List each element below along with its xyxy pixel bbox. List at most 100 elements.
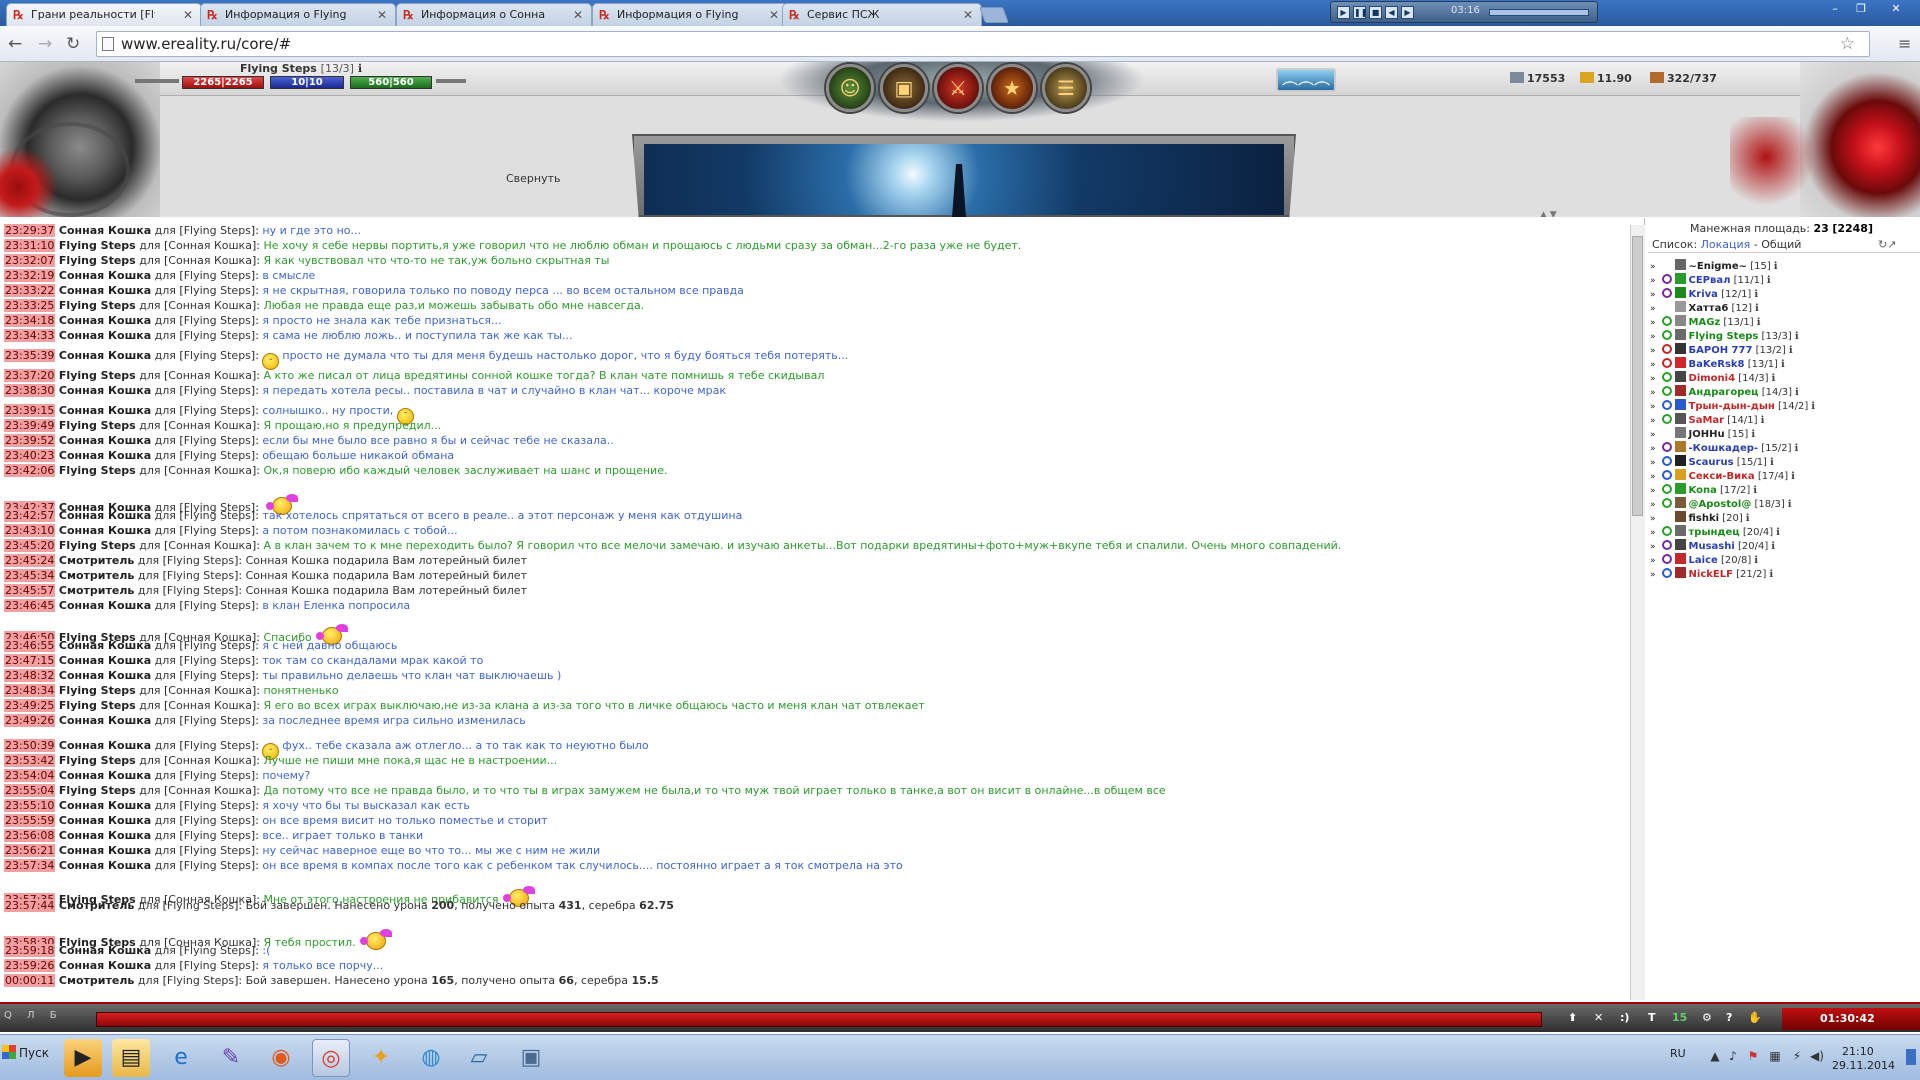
user-row[interactable]: » Kriva [12/1] ℹ xyxy=(1650,287,1758,301)
user-name[interactable]: трындец xyxy=(1689,527,1740,538)
show-desktop-button[interactable] xyxy=(1906,1049,1916,1065)
private-arrow-icon[interactable]: » xyxy=(1650,444,1656,454)
user-info-icon[interactable]: ℹ xyxy=(1753,485,1757,496)
message-sender[interactable]: Смотритель xyxy=(59,899,134,912)
user-name[interactable]: Musashi xyxy=(1689,541,1735,552)
message-time[interactable]: 23:59:18 xyxy=(4,944,56,957)
message-sender[interactable]: Сонная Кошка xyxy=(59,739,151,752)
info-icon[interactable]: ℹ xyxy=(358,62,362,75)
power-icon[interactable]: ⚡ xyxy=(1790,1049,1804,1063)
message-recipient[interactable]: Flying Steps xyxy=(167,569,234,582)
user-info-icon[interactable]: ℹ xyxy=(1754,555,1758,566)
browser-tab[interactable]: ℞ Информация о Сонная К ✕ xyxy=(396,3,592,26)
message-recipient[interactable]: Flying Steps xyxy=(167,974,234,987)
minimize-button[interactable]: – xyxy=(1822,1,1848,18)
user-info-icon[interactable]: ℹ xyxy=(1795,387,1799,398)
message-recipient[interactable]: Flying Steps xyxy=(184,284,251,297)
user-name[interactable]: Трын-дын-дын xyxy=(1689,401,1775,412)
private-arrow-icon[interactable]: » xyxy=(1650,486,1656,496)
private-arrow-icon[interactable]: » xyxy=(1650,556,1656,566)
user-info-icon[interactable]: ℹ xyxy=(1774,261,1778,272)
message-sender[interactable]: Сонная Кошка xyxy=(59,269,151,282)
message-sender[interactable]: Сонная Кошка xyxy=(59,844,151,857)
message-sender[interactable]: Сонная Кошка xyxy=(59,349,151,362)
message-recipient[interactable]: Flying Steps xyxy=(184,739,251,752)
user-info-icon[interactable]: ℹ xyxy=(1761,415,1765,426)
user-name[interactable]: Kona xyxy=(1689,485,1717,496)
message-recipient[interactable]: Flying Steps xyxy=(184,404,251,417)
message-sender[interactable]: Flying Steps xyxy=(59,754,136,767)
user-row[interactable]: » Kona [17/2] ℹ xyxy=(1650,483,1757,497)
chrome-icon[interactable]: ◎ xyxy=(312,1039,350,1077)
message-time[interactable]: 23:40:23 xyxy=(4,449,56,462)
message-recipient[interactable]: Flying Steps xyxy=(184,944,251,957)
private-arrow-icon[interactable]: » xyxy=(1650,542,1656,552)
message-time[interactable]: 23:59:26 xyxy=(4,959,56,972)
message-time[interactable]: 23:38:30 xyxy=(4,384,56,397)
bottom-left-tools[interactable]: Q Л Б xyxy=(4,1010,63,1021)
user-name[interactable]: Kriva xyxy=(1689,289,1718,300)
language-indicator[interactable]: RU xyxy=(1670,1047,1686,1060)
chat-input[interactable] xyxy=(96,1012,1542,1027)
next-icon[interactable]: ▶ xyxy=(1401,6,1414,19)
tray-arrow-icon[interactable]: ▲ xyxy=(1708,1049,1722,1063)
message-recipient[interactable]: Flying Steps xyxy=(184,269,251,282)
user-name[interactable]: БАРОН 777 xyxy=(1689,345,1753,356)
system-date[interactable]: 29.11.2014 xyxy=(1832,1059,1895,1072)
message-sender[interactable]: Flying Steps xyxy=(59,254,136,267)
private-arrow-icon[interactable]: » xyxy=(1650,290,1656,300)
user-info-icon[interactable]: ℹ xyxy=(1757,317,1761,328)
message-sender[interactable]: Сонная Кошка xyxy=(59,314,151,327)
message-time[interactable]: 23:56:21 xyxy=(4,844,56,857)
private-arrow-icon[interactable]: » xyxy=(1650,528,1656,538)
message-recipient[interactable]: Flying Steps xyxy=(184,859,251,872)
message-time[interactable]: 23:48:32 xyxy=(4,669,56,682)
message-recipient[interactable]: Flying Steps xyxy=(184,799,251,812)
message-recipient[interactable]: Сонная Кошка xyxy=(168,254,252,267)
user-row[interactable]: » Dimoni4 [14/3] ℹ xyxy=(1650,371,1775,385)
message-time[interactable]: 23:42:06 xyxy=(4,464,56,477)
private-arrow-icon[interactable]: » xyxy=(1650,500,1656,510)
message-sender[interactable]: Flying Steps xyxy=(59,299,136,312)
message-time[interactable]: 23:43:10 xyxy=(4,524,56,537)
user-name[interactable]: SaMar xyxy=(1689,415,1725,426)
tab-close-icon[interactable]: ✕ xyxy=(377,4,387,26)
message-recipient[interactable]: Flying Steps xyxy=(184,844,251,857)
message-time[interactable]: 23:48:34 xyxy=(4,684,56,697)
screenshot-icon[interactable]: ▣ xyxy=(512,1039,550,1077)
private-arrow-icon[interactable]: » xyxy=(1650,304,1656,314)
message-time[interactable]: 23:57:44 xyxy=(4,899,56,912)
message-time[interactable]: 23:55:04 xyxy=(4,784,56,797)
settings-icon[interactable]: ⚙ xyxy=(1702,1011,1712,1024)
smile-picker-icon[interactable]: :) xyxy=(1620,1011,1629,1024)
user-info-icon[interactable]: ℹ xyxy=(1795,443,1799,454)
user-row[interactable]: » Laice [20/8] ℹ xyxy=(1650,553,1758,567)
user-info-icon[interactable]: ℹ xyxy=(1781,359,1785,370)
user-name[interactable]: Хатта6 xyxy=(1689,303,1729,314)
message-sender[interactable]: Сонная Кошка xyxy=(59,654,151,667)
message-time[interactable]: 23:55:59 xyxy=(4,814,56,827)
panel-splitter[interactable]: ▲ ▼ xyxy=(1540,210,1557,217)
message-sender[interactable]: Flying Steps xyxy=(59,784,136,797)
user-info-icon[interactable]: ℹ xyxy=(1751,429,1755,440)
media-player-icon[interactable]: ▶ xyxy=(64,1039,102,1077)
private-arrow-icon[interactable]: » xyxy=(1650,430,1656,440)
message-time[interactable]: 23:45:57 xyxy=(4,584,56,597)
user-name[interactable]: Секси-Вика xyxy=(1689,471,1755,482)
network-tray-icon[interactable]: ▦ xyxy=(1768,1049,1782,1063)
message-sender[interactable]: Flying Steps xyxy=(59,684,136,697)
user-row[interactable]: » Секси-Вика [17/4] ℹ xyxy=(1650,469,1795,483)
user-row[interactable]: » Flying Steps [13/3] ℹ xyxy=(1650,329,1799,343)
user-info-icon[interactable]: ℹ xyxy=(1776,527,1780,538)
user-row[interactable]: » БАРОН 777 [13/2] ℹ xyxy=(1650,343,1793,357)
message-time[interactable]: 00:00:11 xyxy=(4,974,56,987)
message-recipient[interactable]: Flying Steps xyxy=(184,639,251,652)
clear-icon[interactable]: ✕ xyxy=(1594,1011,1603,1024)
browser-tab[interactable]: ℞ Информация о Flying Ste ✕ xyxy=(592,3,788,26)
message-recipient[interactable]: Flying Steps xyxy=(184,959,251,972)
message-recipient[interactable]: Flying Steps xyxy=(184,599,251,612)
message-sender[interactable]: Сонная Кошка xyxy=(59,959,151,972)
message-sender[interactable]: Сонная Кошка xyxy=(59,284,151,297)
ie-icon[interactable]: e xyxy=(162,1039,200,1077)
user-info-icon[interactable]: ℹ xyxy=(1789,345,1793,356)
